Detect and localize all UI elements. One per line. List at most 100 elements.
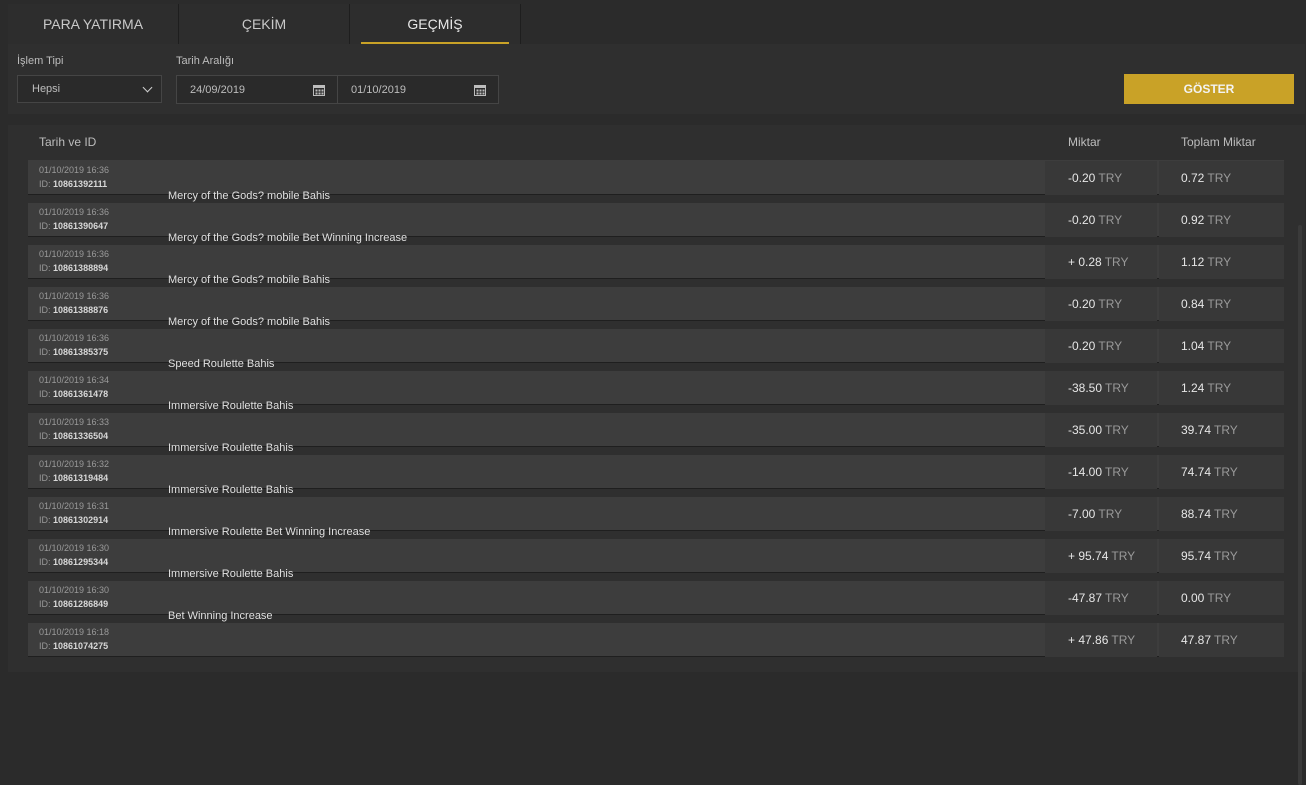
row-date: 01/10/2019 16:30 (39, 543, 110, 553)
row-amount-currency: TRY (1105, 465, 1129, 479)
row-amount: + 0.28 TRY (1045, 245, 1157, 279)
row-amount-value: -14.00 (1068, 465, 1103, 479)
row-id: ID: 10861319484 (39, 473, 108, 483)
row-amount: -0.20 TRY (1045, 203, 1157, 237)
row-description: Immersive Roulette Bet Winning Increase (168, 526, 371, 538)
row-total: 1.24 TRY (1159, 371, 1284, 405)
row-id-prefix: ID: (39, 641, 51, 651)
row-total-currency: TRY (1214, 549, 1238, 563)
row-id: ID: 10861388894 (39, 263, 108, 273)
transaction-type-value: Hepsi (32, 83, 61, 95)
row-id: ID: 10861336504 (39, 431, 108, 441)
row-id: ID: 10861302914 (39, 515, 108, 525)
row-total-currency: TRY (1207, 171, 1232, 185)
row-date: 01/10/2019 16:36 (39, 333, 110, 343)
row-id-prefix: ID: (39, 431, 51, 441)
row-id: ID: 10861361478 (39, 389, 108, 399)
row-total: 47.87 TRY (1159, 623, 1284, 657)
date-range-label: Tarih Aralığı (176, 55, 235, 67)
row-total-currency: TRY (1207, 591, 1232, 605)
row-total-value: 1.12 (1181, 255, 1205, 269)
row-amount-value: -0.20 (1068, 171, 1096, 185)
row-id-value: 10861286849 (53, 599, 109, 609)
row-amount-value: + 95.74 (1068, 549, 1109, 563)
row-amount: -14.00 TRY (1045, 455, 1157, 489)
row-id: ID: 10861286849 (39, 599, 108, 609)
tab-bar: PARA YATIRMA ÇEKİM GEÇMİŞ (8, 4, 521, 44)
row-id-value: 10861302914 (53, 515, 109, 525)
row-description: Speed Roulette Bahis (168, 358, 275, 370)
tab-withdraw[interactable]: ÇEKİM (179, 4, 350, 44)
header-amount: Miktar (1068, 135, 1101, 149)
row-id-value: 10861361478 (53, 389, 109, 399)
row-id-prefix: ID: (39, 557, 51, 567)
row-date: 01/10/2019 16:31 (39, 501, 110, 511)
row-id-value: 10861390647 (53, 221, 109, 231)
row-total: 88.74 TRY (1159, 497, 1284, 531)
date-from-input[interactable]: 24/09/2019 (176, 75, 338, 104)
row-description: Mercy of the Gods? mobile Bahis (168, 316, 331, 328)
row-amount-currency: TRY (1104, 255, 1129, 269)
row-amount-currency: TRY (1105, 423, 1129, 437)
row-amount: + 47.86 TRY (1045, 623, 1157, 657)
show-button[interactable]: GÖSTER (1124, 74, 1294, 104)
date-to-input[interactable]: 01/10/2019 (337, 75, 499, 104)
row-description: Immersive Roulette Bahis (168, 400, 294, 412)
row-amount: + 95.74 TRY (1045, 539, 1157, 573)
row-total: 0.92 TRY (1159, 203, 1284, 237)
row-id-value: 10861295344 (53, 557, 109, 567)
row-amount-value: -7.00 (1068, 507, 1096, 521)
row-description: Mercy of the Gods? mobile Bahis (168, 190, 331, 202)
row-amount-currency: TRY (1098, 297, 1123, 311)
row-amount-currency: TRY (1098, 213, 1123, 227)
row-date: 01/10/2019 16:36 (39, 165, 110, 175)
row-description: Mercy of the Gods? mobile Bahis (168, 274, 331, 286)
row-id-prefix: ID: (39, 179, 51, 189)
row-total-currency: TRY (1207, 297, 1232, 311)
row-id: ID: 10861074275 (39, 641, 108, 651)
calendar-icon[interactable] (474, 84, 486, 96)
chevron-down-icon (142, 82, 153, 93)
row-total: 0.84 TRY (1159, 287, 1284, 321)
row-description: Bet Winning Increase (168, 610, 273, 622)
row-total-value: 0.92 (1181, 213, 1205, 227)
row-id: ID: 10861385375 (39, 347, 108, 357)
row-amount-value: -0.20 (1068, 297, 1096, 311)
history-table: Tarih ve ID Miktar Toplam Miktar 01/10/2… (8, 125, 1305, 785)
row-total: 0.00 TRY (1159, 581, 1284, 615)
row-id: ID: 10861295344 (39, 557, 108, 567)
filter-panel: İşlem Tipi Hepsi Tarih Aralığı 24/09/201… (8, 44, 1305, 114)
row-amount-currency: TRY (1105, 591, 1129, 605)
row-total: 0.72 TRY (1159, 161, 1284, 195)
row-total: 95.74 TRY (1159, 539, 1284, 573)
row-date: 01/10/2019 16:34 (39, 375, 110, 385)
row-total-value: 47.87 (1181, 633, 1212, 647)
row-total-value: 95.74 (1181, 549, 1212, 563)
row-date: 01/10/2019 16:18 (39, 627, 110, 637)
row-amount-currency: TRY (1111, 633, 1136, 647)
row-total-currency: TRY (1214, 633, 1238, 647)
row-amount-currency: TRY (1098, 171, 1123, 185)
row-id-value: 10861388876 (53, 305, 109, 315)
row-total-currency: TRY (1214, 507, 1238, 521)
row-id-prefix: ID: (39, 599, 51, 609)
row-amount: -0.20 TRY (1045, 329, 1157, 363)
row-amount-currency: TRY (1098, 339, 1123, 353)
row-amount: -35.00 TRY (1045, 413, 1157, 447)
date-from-value: 24/09/2019 (190, 83, 246, 96)
row-total: 1.12 TRY (1159, 245, 1284, 279)
row-total-value: 1.24 (1181, 381, 1205, 395)
row-total-currency: TRY (1207, 339, 1232, 353)
row-total-value: 39.74 (1181, 423, 1212, 437)
header-total: Toplam Miktar (1181, 135, 1256, 149)
transaction-type-select[interactable]: Hepsi (17, 75, 162, 103)
scrollbar[interactable] (1298, 225, 1302, 785)
row-id-prefix: ID: (39, 389, 51, 399)
row-total: 1.04 TRY (1159, 329, 1284, 363)
calendar-icon[interactable] (313, 84, 325, 96)
row-amount-currency: TRY (1098, 507, 1123, 521)
tab-history[interactable]: GEÇMİŞ (350, 4, 521, 44)
tab-deposit[interactable]: PARA YATIRMA (8, 4, 179, 44)
row-amount: -47.87 TRY (1045, 581, 1157, 615)
row-total-value: 1.04 (1181, 339, 1205, 353)
